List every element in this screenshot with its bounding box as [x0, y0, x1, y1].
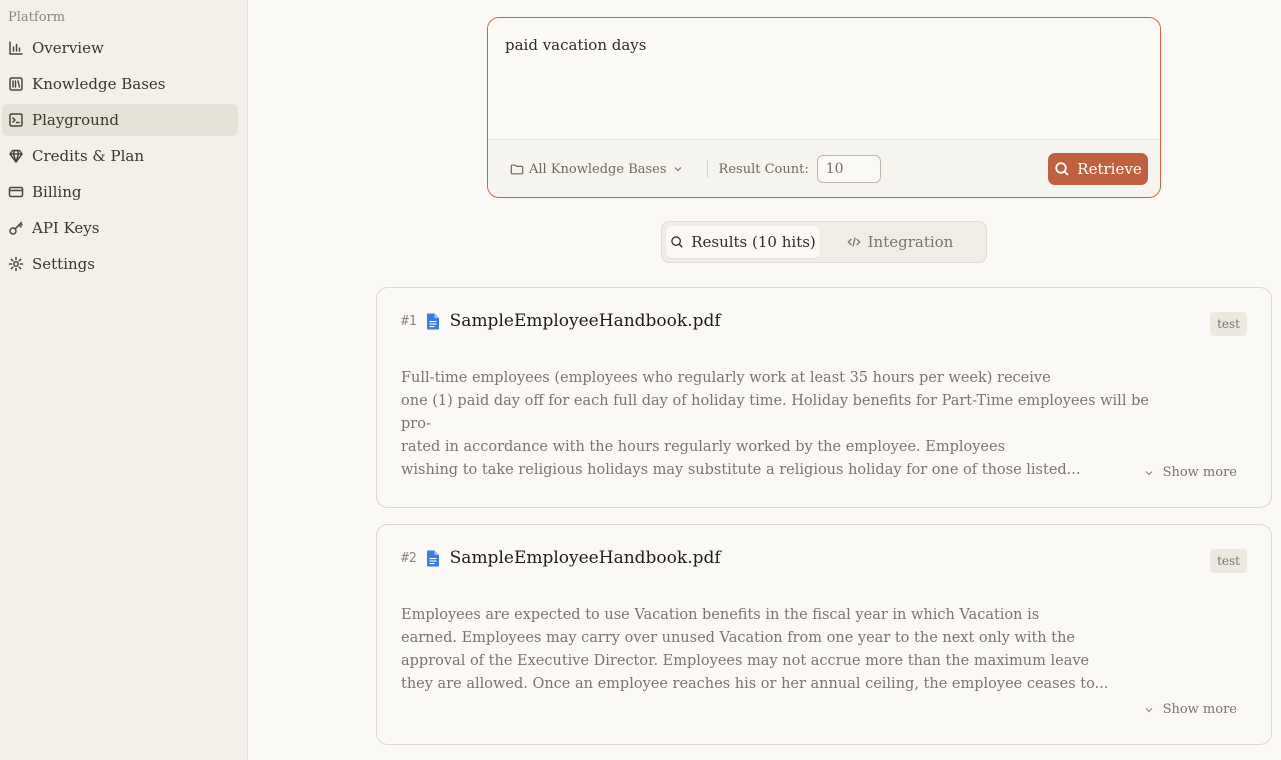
- sidebar-item-playground[interactable]: Playground: [2, 104, 238, 136]
- result-snippet: Employees are expected to use Vacation b…: [401, 607, 1109, 692]
- query-toolbar: All Knowledge Bases Result Count: Retrie…: [488, 140, 1160, 197]
- knowledge-base-tag: test: [1210, 312, 1247, 336]
- sidebar-item-label: Playground: [32, 111, 120, 129]
- sidebar-item-api-keys[interactable]: API Keys: [2, 212, 238, 244]
- sidebar-section-label: Platform: [8, 10, 66, 25]
- document-icon: [426, 550, 439, 566]
- result-tabs: Results (10 hits) Integration: [661, 221, 987, 263]
- sidebar-item-credits-plan[interactable]: Credits & Plan: [2, 140, 238, 172]
- sidebar-item-settings[interactable]: Settings: [2, 248, 238, 280]
- result-count-input[interactable]: [816, 155, 881, 183]
- sidebar-item-label: API Keys: [32, 219, 100, 237]
- result-file-name[interactable]: SampleEmployeeHandbook.pdf: [450, 311, 721, 331]
- tab-integration[interactable]: Integration: [820, 226, 980, 258]
- terminal-icon: [8, 112, 24, 128]
- show-more-button[interactable]: Show more: [1143, 465, 1237, 480]
- tab-results-label: Results (10 hits): [691, 233, 816, 251]
- sidebar-item-label: Credits & Plan: [32, 147, 145, 165]
- knowledge-base-tag: test: [1210, 549, 1247, 573]
- document-icon: [426, 313, 439, 329]
- show-more-label: Show more: [1162, 465, 1237, 480]
- knowledge-base-select-label: All Knowledge Bases: [529, 161, 667, 177]
- code-icon: [847, 237, 861, 247]
- chevron-down-icon: [1145, 707, 1152, 712]
- main-content: paid vacation days All Knowledge Bases R…: [248, 0, 1281, 760]
- sidebar-item-billing[interactable]: Billing: [2, 176, 238, 208]
- sidebar-item-label: Overview: [32, 39, 104, 57]
- tab-integration-label: Integration: [867, 233, 954, 251]
- sidebar-item-overview[interactable]: Overview: [2, 32, 238, 64]
- show-more-button[interactable]: Show more: [1143, 702, 1237, 717]
- retrieve-button-label: Retrieve: [1077, 160, 1142, 178]
- knowledge-base-select[interactable]: All Knowledge Bases: [510, 162, 684, 177]
- result-rank: #1: [401, 313, 417, 329]
- query-input[interactable]: paid vacation days: [488, 18, 1160, 140]
- library-icon: [8, 76, 24, 92]
- result-card: #2 SampleEmployeeHandbook.pdf test Emplo…: [376, 524, 1272, 745]
- tab-results[interactable]: Results (10 hits): [666, 226, 820, 258]
- folder-icon: [510, 164, 524, 175]
- result-card: #1 SampleEmployeeHandbook.pdf test Full-…: [376, 287, 1272, 508]
- gem-icon: [8, 148, 24, 164]
- result-snippet: Full-time employees (employees who regul…: [401, 370, 1149, 478]
- bar-chart-icon: [8, 40, 24, 56]
- result-rank: #2: [401, 550, 417, 566]
- toolbar-divider: [706, 160, 708, 178]
- sidebar-item-knowledge-bases[interactable]: Knowledge Bases: [2, 68, 238, 100]
- key-icon: [8, 220, 24, 236]
- result-count-label: Result Count:: [718, 161, 809, 177]
- result-card-header: #1 SampleEmployeeHandbook.pdf: [401, 311, 721, 331]
- search-icon: [1055, 162, 1069, 176]
- result-card-header: #2 SampleEmployeeHandbook.pdf: [401, 548, 721, 568]
- chevron-down-icon: [1145, 470, 1152, 475]
- sidebar-item-label: Billing: [32, 183, 82, 201]
- credit-card-icon: [8, 184, 24, 200]
- sidebar-nav: Overview Knowledge Bases Playground Cred…: [0, 32, 247, 280]
- show-more-label: Show more: [1162, 702, 1237, 717]
- sidebar: Platform Overview Knowledge Bases Playgr…: [0, 0, 248, 760]
- chevron-down-icon: [674, 167, 681, 172]
- sidebar-item-label: Settings: [32, 255, 95, 273]
- retrieve-button[interactable]: Retrieve: [1048, 153, 1148, 185]
- query-panel: paid vacation days All Knowledge Bases R…: [487, 17, 1161, 198]
- result-file-name[interactable]: SampleEmployeeHandbook.pdf: [450, 548, 721, 568]
- sidebar-item-label: Knowledge Bases: [32, 75, 166, 93]
- search-icon: [671, 236, 683, 248]
- gear-icon: [8, 256, 24, 272]
